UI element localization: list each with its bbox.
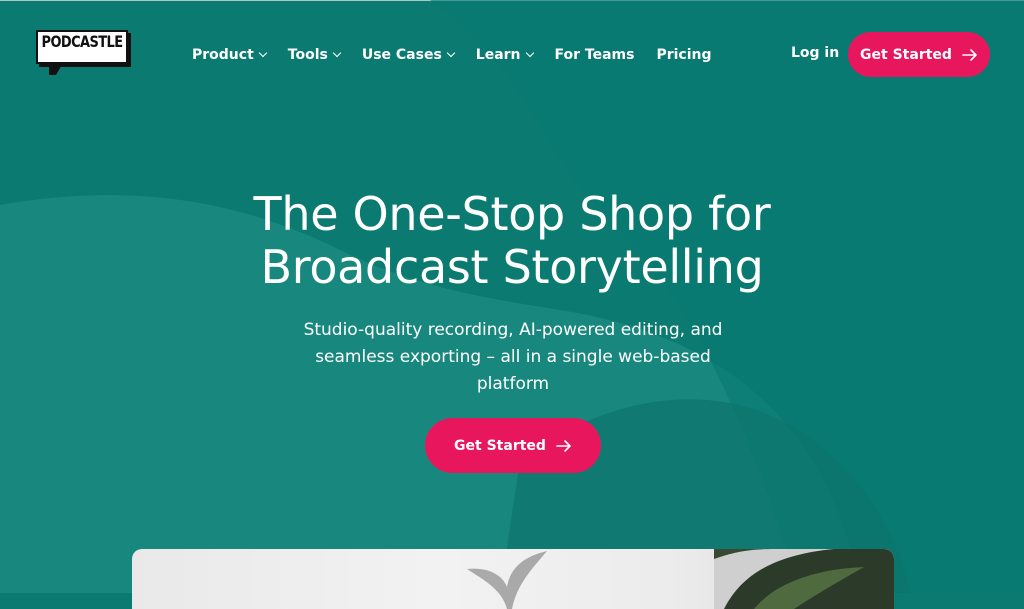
chevron-down-icon bbox=[446, 48, 456, 58]
background-shapes bbox=[0, 0, 1024, 593]
logo-speech-tail bbox=[49, 63, 63, 75]
nav-item-label: Learn bbox=[475, 47, 521, 63]
button-label: Get Started bbox=[860, 46, 952, 63]
nav-item-label: For Teams bbox=[554, 47, 635, 63]
leaf-shadow-graphic bbox=[467, 551, 547, 609]
hero-title-line-2: Broadcast Storytelling bbox=[260, 240, 764, 294]
login-link[interactable]: Log in bbox=[791, 45, 839, 61]
hero-title-line-1: The One-Stop Shop for bbox=[253, 187, 771, 241]
logo-text: PODCASTLE bbox=[41, 33, 124, 52]
nav-item-pricing[interactable]: Pricing bbox=[656, 47, 711, 63]
nav-item-learn[interactable]: Learn bbox=[475, 47, 534, 63]
arrow-right-icon bbox=[556, 439, 571, 452]
nav-item-for-teams[interactable]: For Teams bbox=[555, 47, 635, 63]
nav-item-label: Pricing bbox=[656, 47, 712, 63]
plant-graphic bbox=[714, 549, 894, 609]
chevron-down-icon bbox=[332, 48, 342, 58]
get-started-button-hero[interactable]: Get Started bbox=[425, 418, 601, 473]
hero-title: The One-Stop Shop for Broadcast Storytel… bbox=[162, 188, 862, 294]
hero-preview-image bbox=[132, 549, 894, 609]
button-label: Get Started bbox=[454, 437, 546, 454]
arrow-right-icon bbox=[962, 48, 977, 61]
nav-item-label: Tools bbox=[287, 47, 328, 63]
nav-item-tools[interactable]: Tools bbox=[287, 47, 342, 63]
main-nav: Product Tools Use Cases Learn For Teams … bbox=[192, 44, 734, 66]
chevron-down-icon bbox=[525, 48, 534, 58]
nav-item-product[interactable]: Product bbox=[192, 47, 268, 63]
nav-item-label: Product bbox=[192, 47, 254, 63]
nav-item-label: Use Cases bbox=[361, 47, 442, 63]
chevron-down-icon bbox=[258, 48, 268, 58]
podcastle-logo[interactable]: PODCASTLE bbox=[36, 30, 130, 78]
hero-subtitle: Studio-quality recording, AI-powered edi… bbox=[303, 320, 723, 394]
nav-item-use-cases[interactable]: Use Cases bbox=[361, 47, 456, 63]
get-started-button-header[interactable]: Get Started bbox=[848, 32, 990, 77]
